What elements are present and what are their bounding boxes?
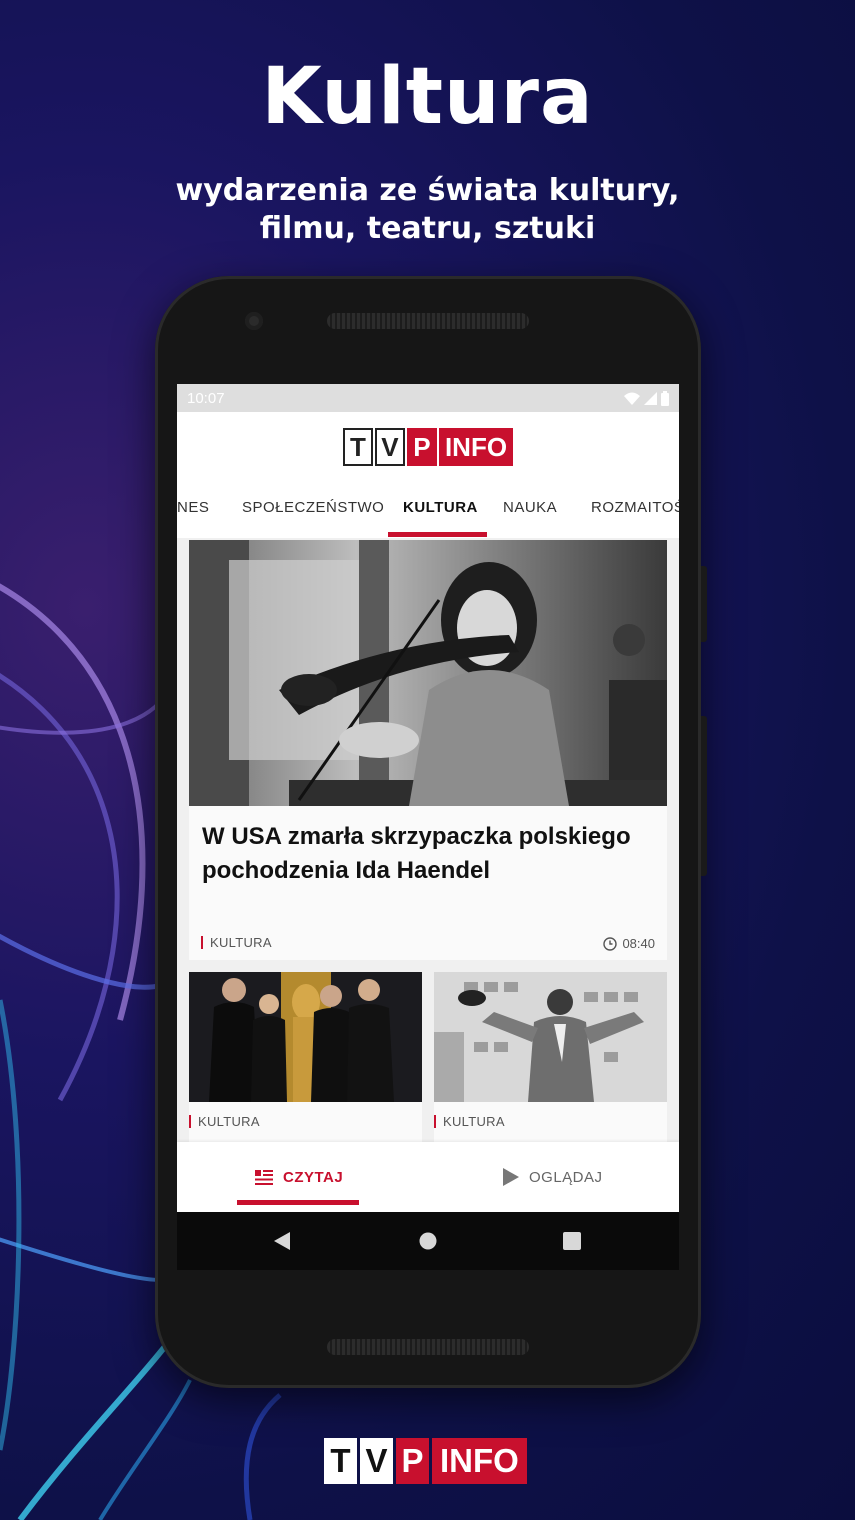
- logo-info: INFO: [438, 428, 514, 466]
- tab-nauka[interactable]: NAUKA: [503, 499, 557, 516]
- news-feed[interactable]: W USA zmarła skrzypaczka polskiego pocho…: [177, 538, 679, 1142]
- main-article-time: 08:40: [603, 936, 655, 951]
- tvp-info-logo[interactable]: T V P INFO: [342, 428, 514, 466]
- main-article-category[interactable]: KULTURA: [201, 936, 272, 949]
- main-article-card[interactable]: W USA zmarła skrzypaczka polskiego pocho…: [189, 540, 667, 960]
- phone-power-button: [701, 716, 707, 876]
- footer-logo-letter: P: [396, 1438, 429, 1484]
- nav-watch-button[interactable]: OGLĄDAJ: [503, 1142, 603, 1212]
- status-bar: 10:07: [177, 384, 679, 412]
- main-article-title[interactable]: W USA zmarła skrzypaczka polskiego pocho…: [202, 820, 652, 888]
- promo-headline: Kultura: [261, 52, 594, 142]
- clock-icon: [603, 936, 618, 951]
- article-photo-violinist: [189, 540, 667, 806]
- back-icon[interactable]: [273, 1232, 291, 1250]
- phone-volume-button: [701, 566, 707, 642]
- status-icons: [624, 390, 669, 406]
- system-navigation-bar: [177, 1212, 679, 1270]
- active-tab-indicator: [388, 532, 487, 537]
- wifi-icon: [624, 392, 640, 405]
- article-list-icon: [255, 1169, 273, 1185]
- status-time: 10:07: [187, 389, 225, 407]
- nav-read-label: CZYTAJ: [283, 1168, 344, 1186]
- phone-bottom-speaker: [327, 1339, 529, 1355]
- small-article-category[interactable]: KULTURA: [434, 1115, 505, 1128]
- article-photo-film-festival: [434, 972, 667, 1102]
- logo-letter: V: [374, 428, 405, 466]
- recent-apps-icon[interactable]: [563, 1232, 581, 1250]
- nav-watch-label: OGLĄDAJ: [529, 1168, 603, 1186]
- footer-tvp-info-logo: T V P INFO: [324, 1438, 527, 1484]
- main-article-time-text: 08:40: [622, 936, 655, 951]
- home-icon[interactable]: [419, 1232, 437, 1250]
- phone-top-speaker: [327, 313, 529, 329]
- phone-screen: 10:07 T V P INFO NES SPOŁECZEŃSTWO KULTU…: [177, 384, 679, 1270]
- active-nav-indicator: [237, 1200, 359, 1205]
- article-photo-oscars: [189, 972, 422, 1102]
- footer-logo-letter: V: [360, 1438, 393, 1484]
- footer-logo-letter: T: [324, 1438, 357, 1484]
- tab-rozmaitosci[interactable]: ROZMAITOŚ: [591, 499, 679, 516]
- play-icon: [503, 1168, 519, 1186]
- logo-letter: T: [342, 428, 373, 466]
- category-tabs: NES SPOŁECZEŃSTWO KULTURA NAUKA ROZMAITO…: [177, 482, 679, 539]
- battery-icon: [661, 390, 669, 406]
- phone-camera: [245, 312, 263, 330]
- tab-spoleczenstwo[interactable]: SPOŁECZEŃSTWO: [242, 499, 384, 516]
- signal-icon: [644, 391, 657, 405]
- footer-logo-info: INFO: [432, 1438, 527, 1484]
- tab-kultura[interactable]: KULTURA: [403, 499, 478, 516]
- promo-subline-1: wydarzenia ze świata kultury,: [175, 173, 680, 208]
- promo-subheadline: wydarzenia ze świata kultury, filmu, tea…: [0, 172, 855, 248]
- app-header: T V P INFO: [177, 412, 679, 482]
- small-article-category[interactable]: KULTURA: [189, 1115, 260, 1128]
- promo-subline-2: filmu, teatru, sztuki: [259, 211, 596, 246]
- tab-biznes[interactable]: NES: [177, 499, 209, 516]
- small-article-card[interactable]: KULTURA: [189, 972, 422, 1142]
- bottom-navigation: CZYTAJ OGLĄDAJ: [177, 1142, 679, 1212]
- logo-letter: P: [406, 428, 437, 466]
- small-article-card[interactable]: KULTURA: [434, 972, 667, 1142]
